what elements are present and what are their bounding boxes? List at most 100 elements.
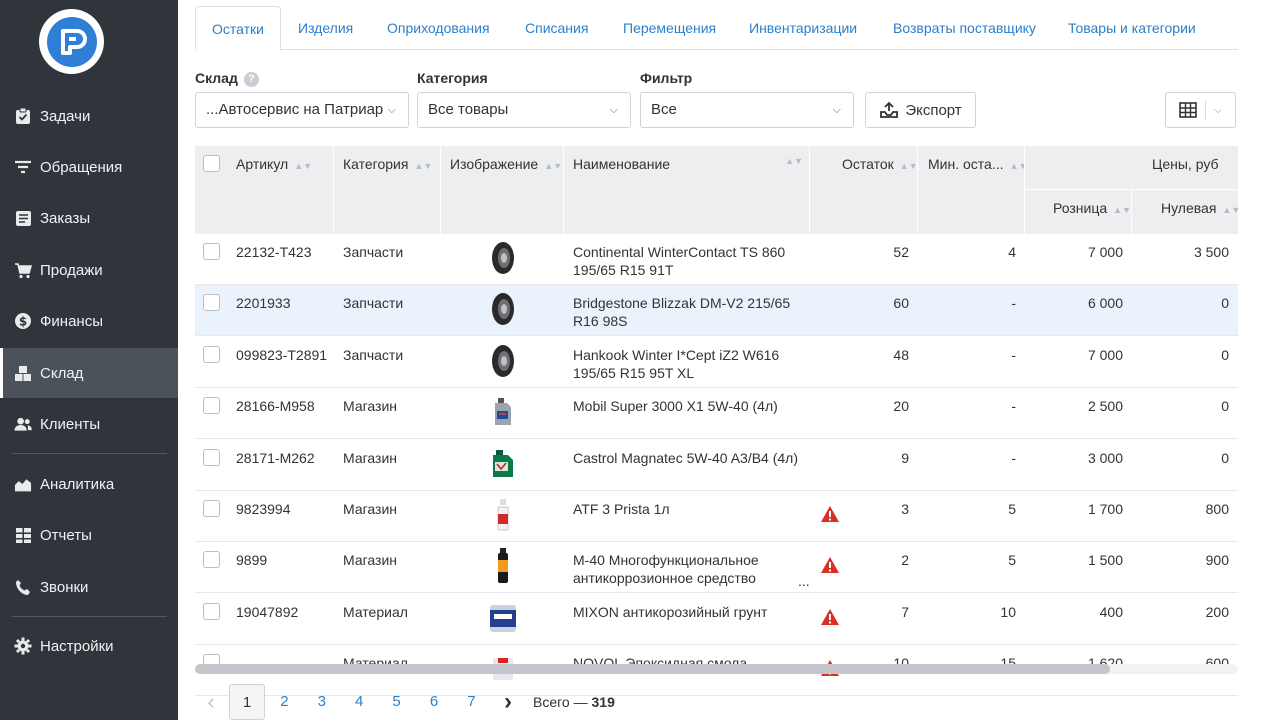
- table-row[interactable]: 19047892 Материал MIXON антикорозийный гру…: [195, 594, 1238, 645]
- col-image[interactable]: Изображение ▲▼: [450, 156, 562, 172]
- product-image[interactable]: [487, 343, 519, 379]
- sidebar-item-6[interactable]: Склад: [0, 348, 178, 398]
- cell-retail: 3 000: [1087, 449, 1123, 466]
- cell-zero: 0: [1221, 346, 1229, 363]
- sidebar-item-label: Настройки: [40, 637, 114, 655]
- cell-stock: 52: [893, 244, 909, 260]
- product-image[interactable]: [487, 240, 519, 276]
- sidebar-item-11[interactable]: Настройки: [0, 621, 178, 671]
- cell-sku: 28171-M262: [236, 449, 315, 466]
- cell-min-stock: -: [1011, 449, 1016, 466]
- row-checkbox[interactable]: [203, 243, 220, 260]
- cell-name[interactable]: Mobil Super 3000 X1 5W-40 (4л): [573, 397, 778, 415]
- col-min-stock[interactable]: Мин. оста... ▲▼: [928, 156, 1027, 172]
- row-checkbox[interactable]: [203, 397, 220, 415]
- sort-icon: ▲▼: [294, 161, 313, 171]
- table-row[interactable]: 9899 Магазин М-40 Многофункциональное антик…: [195, 542, 1238, 594]
- row-checkbox[interactable]: [203, 448, 220, 466]
- sidebar-item-4[interactable]: Продажи: [0, 245, 178, 295]
- table-row[interactable]: 28171-M262 Магазин Castrol Magnatec 5W-40 …: [195, 440, 1238, 491]
- row-checkbox[interactable]: [203, 345, 220, 363]
- order-card-icon: [14, 209, 32, 227]
- tab-4[interactable]: Списания: [509, 6, 604, 50]
- remonline-logo-icon[interactable]: [39, 9, 104, 74]
- sidebar-item-7[interactable]: Клиенты: [0, 399, 178, 449]
- scrollbar-thumb[interactable]: [195, 664, 1110, 674]
- product-image[interactable]: [487, 497, 519, 533]
- table-row[interactable]: 22132-T423 Запчасти Continental WinterCont…: [195, 234, 1238, 285]
- more-ellipsis[interactable]: ...: [798, 572, 810, 590]
- cell-category: Запчасти: [343, 295, 404, 312]
- col-name[interactable]: Наименование ▲▼: [573, 156, 803, 172]
- cell-name[interactable]: Bridgestone Blizzak DM-V2 215/65 R16 98S: [573, 294, 790, 330]
- page-4-button[interactable]: 4: [341, 684, 377, 720]
- sidebar-item-1[interactable]: Задачи: [0, 91, 178, 141]
- page-3-button[interactable]: 3: [304, 684, 340, 720]
- tab-6[interactable]: Инвентаризации: [733, 6, 873, 50]
- filter-select-value: Все: [651, 101, 677, 118]
- col-retail[interactable]: Розница ▲▼: [1053, 200, 1131, 216]
- sidebar-item-9[interactable]: Отчеты: [0, 510, 178, 560]
- row-checkbox[interactable]: [203, 602, 220, 620]
- tab-3[interactable]: Оприходования: [371, 6, 506, 50]
- row-checkbox[interactable]: [203, 500, 220, 517]
- page-6-button[interactable]: 6: [416, 684, 452, 720]
- tab-7[interactable]: Возвраты поставщику: [877, 6, 1052, 50]
- category-label: Категория: [417, 70, 488, 86]
- table-row[interactable]: 9823994 Магазин ATF 3 Prista 1л 3 5 1 700 800: [195, 491, 1238, 542]
- col-stock[interactable]: Остаток ▲▼: [842, 156, 918, 172]
- col-zero[interactable]: Нулевая ▲▼: [1161, 200, 1240, 216]
- sidebar-item-3[interactable]: Заказы: [0, 193, 178, 243]
- prev-page-button[interactable]: ‹: [193, 684, 229, 720]
- cell-name[interactable]: Continental WinterContact TS 860 195/65 R…: [573, 243, 785, 279]
- cell-sku: 9899: [236, 552, 268, 569]
- horizontal-scrollbar[interactable]: [195, 664, 1238, 674]
- cell-name[interactable]: Castrol Magnatec 5W-40 A3/B4 (4л): [573, 449, 798, 467]
- sidebar-item-8[interactable]: Аналитика: [0, 459, 178, 509]
- page-2-button[interactable]: 2: [266, 684, 302, 720]
- sidebar-item-5[interactable]: $ Финансы: [0, 296, 178, 346]
- category-select[interactable]: Все товары ⌵: [417, 92, 631, 128]
- table-grid-icon: [1179, 102, 1198, 118]
- product-image[interactable]: [487, 291, 519, 327]
- cell-name[interactable]: Hankook Winter I*Cept iZ2 W616 195/65 R15…: [573, 346, 779, 382]
- product-image[interactable]: [487, 394, 519, 430]
- col-sku[interactable]: Артикул ▲▼: [236, 156, 312, 172]
- cell-sku: 22132-T423: [236, 244, 312, 260]
- page-5-button[interactable]: 5: [379, 684, 415, 720]
- cell-sku: 2201933: [236, 295, 291, 312]
- select-all-checkbox[interactable]: [203, 155, 220, 172]
- export-button[interactable]: Экспорт: [865, 92, 976, 128]
- tab-2[interactable]: Изделия: [282, 6, 369, 50]
- columns-toggle-button[interactable]: ⌵: [1165, 92, 1236, 128]
- table-row[interactable]: 2201933 Запчасти Bridgestone Blizzak DM-V2…: [195, 285, 1238, 337]
- table-row[interactable]: 099823-T2891 Запчасти Hankook Winter I*Cep…: [195, 337, 1238, 388]
- sort-icon: ▲▼: [414, 161, 433, 171]
- next-page-button[interactable]: ›: [490, 684, 526, 720]
- product-image[interactable]: [487, 446, 519, 482]
- sidebar-item-label: Продажи: [40, 261, 103, 279]
- tab-8[interactable]: Товары и категории: [1052, 6, 1212, 50]
- tab-5[interactable]: Перемещения: [607, 6, 732, 50]
- cell-name[interactable]: ATF 3 Prista 1л: [573, 500, 670, 518]
- col-category[interactable]: Категория ▲▼: [343, 156, 432, 172]
- sidebar-item-2[interactable]: Обращения: [0, 142, 178, 192]
- product-image[interactable]: [487, 600, 519, 636]
- row-checkbox[interactable]: [203, 551, 220, 569]
- gear-icon: [14, 637, 32, 655]
- cell-name[interactable]: М-40 Многофункциональное антикоррозионное…: [573, 551, 759, 587]
- tab-1[interactable]: Остатки: [195, 6, 281, 51]
- cell-name[interactable]: MIXON антикорозийный грунт: [573, 603, 767, 621]
- product-image[interactable]: [487, 548, 519, 584]
- cell-zero: 0: [1221, 295, 1229, 312]
- sidebar-item-10[interactable]: Звонки: [0, 562, 178, 612]
- category-select-value: Все товары: [428, 101, 509, 118]
- help-icon[interactable]: ?: [243, 72, 259, 87]
- table-row[interactable]: 28166-M958 Магазин Mobil Super 3000 X1 5W-…: [195, 388, 1238, 440]
- page-1-button[interactable]: 1: [229, 684, 265, 720]
- cell-min-stock: -: [1011, 346, 1016, 363]
- warehouse-select[interactable]: ...Автосервис на Патриар ⌵: [195, 92, 409, 128]
- page-7-button[interactable]: 7: [453, 684, 489, 720]
- row-checkbox[interactable]: [203, 294, 220, 312]
- filter-select[interactable]: Все ⌵: [640, 92, 854, 128]
